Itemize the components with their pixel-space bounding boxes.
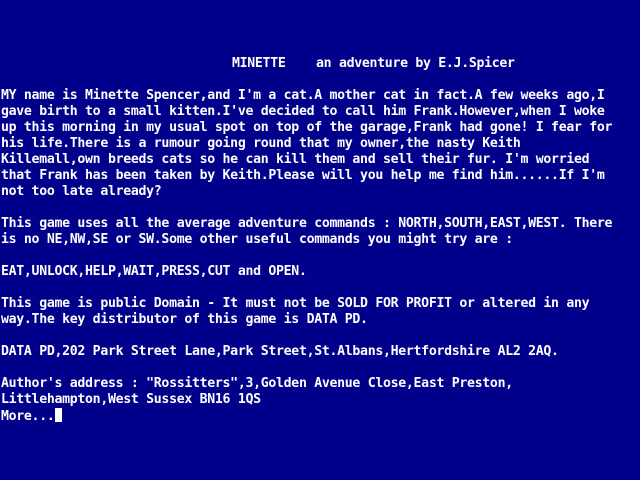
story-line: up this morning in my usual spot on top … <box>1 120 613 135</box>
story-line: gave birth to a small kitten.I've decide… <box>1 104 605 119</box>
title-name: MINETTE <box>232 56 286 71</box>
author-address-line: Author's address : "Rossitters",3,Golden… <box>1 376 513 391</box>
story-line: his life.There is a rumour going round t… <box>1 136 521 151</box>
distributor-address: DATA PD,202 Park Street Lane,Park Street… <box>1 344 559 359</box>
commands-line: This game uses all the average adventure… <box>1 216 613 231</box>
author-address-line: Littlehampton,West Sussex BN16 1QS <box>1 392 261 407</box>
more-prompt[interactable]: More... <box>1 408 63 425</box>
text-cursor <box>55 408 63 422</box>
license-line: This game is public Domain - It must not… <box>1 296 590 311</box>
story-line: that Frank has been taken by Keith.Pleas… <box>1 168 605 183</box>
story-line: not too late already? <box>1 184 162 199</box>
game-title: MINETTE an adventure by E.J.Spicer <box>232 56 515 72</box>
commands-line: is no NE,NW,SE or SW.Some other useful c… <box>1 232 513 247</box>
game-screen: MINETTE an adventure by E.J.Spicer MY na… <box>0 0 640 480</box>
story-line: Killemall,own breeds cats so he can kill… <box>1 152 590 167</box>
story-line: MY name is Minette Spencer,and I'm a cat… <box>1 88 605 103</box>
license-line: way.The key distributor of this game is … <box>1 312 368 327</box>
command-list: EAT,UNLOCK,HELP,WAIT,PRESS,CUT and OPEN. <box>1 264 307 279</box>
title-subtitle: an adventure by E.J.Spicer <box>316 56 515 71</box>
more-prompt-text: More... <box>1 409 55 424</box>
